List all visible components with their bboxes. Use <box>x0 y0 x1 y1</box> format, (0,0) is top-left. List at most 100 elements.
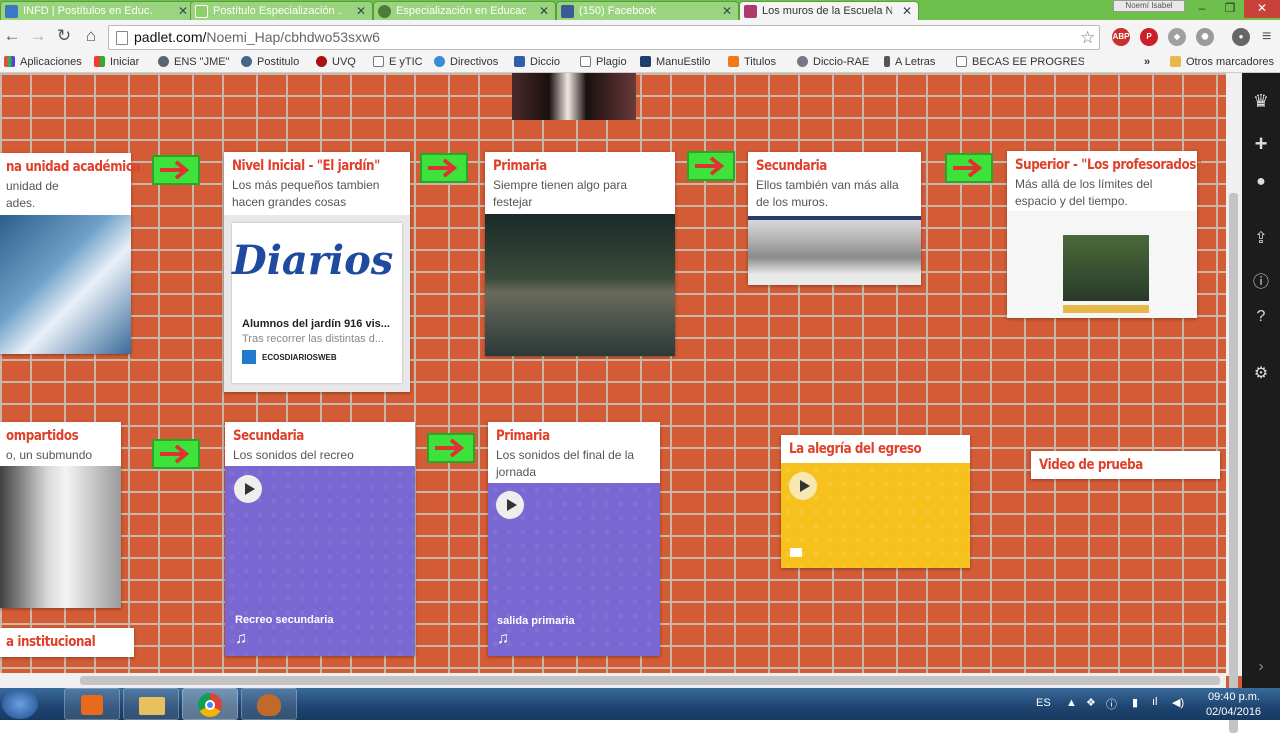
rae-icon <box>797 56 808 67</box>
play-icon[interactable] <box>496 491 524 519</box>
info-tray-icon[interactable]: ⓘ <box>1106 696 1117 712</box>
info-icon[interactable]: ⓘ <box>1242 268 1280 292</box>
close-tab-icon[interactable]: ✕ <box>356 4 366 18</box>
glove-app-taskbar-icon[interactable] <box>241 688 297 720</box>
audio-attachment[interactable]: Recreo secundaria ♫ <box>225 466 415 656</box>
play-icon[interactable] <box>789 472 817 500</box>
extension-icon[interactable]: ⬣ <box>1196 28 1214 46</box>
menu-icon[interactable]: ≡ <box>1262 28 1271 46</box>
card-secundaria-audio[interactable]: Secundaria Los sonidos del recreo Recreo … <box>225 422 415 656</box>
settings-icon[interactable]: ⚙ <box>1242 363 1280 383</box>
bookmark-star-icon[interactable]: ☆ <box>1080 28 1095 48</box>
arrow-5 <box>152 439 200 469</box>
hallway-photo <box>0 466 121 608</box>
tab-postitulo[interactable]: Postítulo Especialización … ✕ <box>190 1 373 20</box>
facebook-favicon-icon <box>561 5 574 18</box>
forward-icon[interactable]: → <box>28 26 48 46</box>
chevron-right-icon[interactable]: › <box>1242 658 1280 676</box>
clock-time[interactable]: 09:40 p.m. <box>1208 691 1260 703</box>
card-superior[interactable]: Superior - "Los profesorados" Más allá de… <box>1007 151 1202 318</box>
maximize-icon[interactable]: ❐ <box>1216 0 1244 18</box>
clock-date[interactable]: 02/04/2016 <box>1206 706 1261 718</box>
bookmark-ens[interactable]: ENS "JME" <box>158 56 229 68</box>
tab-infd[interactable]: INFD | Postítulos en Educ… ✕ <box>0 1 195 20</box>
bookmark-uvq[interactable]: UVQ <box>316 56 356 68</box>
bookmark-aplicaciones[interactable]: Aplicaciones <box>4 56 82 68</box>
bookmark-diccio[interactable]: Diccio <box>514 56 560 68</box>
bookmark-directivos[interactable]: Directivos <box>434 56 498 68</box>
minimize-icon[interactable]: – <box>1188 0 1216 18</box>
video-attachment[interactable] <box>781 463 970 568</box>
bookmark-a-letras[interactable]: A Letras <box>884 56 935 68</box>
audio-attachment[interactable]: salida primaria ♫ <box>488 483 660 656</box>
reload-icon[interactable]: ↻ <box>54 26 74 46</box>
horizontal-scrollbar[interactable] <box>0 673 1226 688</box>
card-primaria[interactable]: Primaria Siempre tienen algo para festeja… <box>485 152 675 356</box>
card-nivel-inicial[interactable]: Nivel Inicial - "El jardín" Los más peque… <box>224 152 410 392</box>
more-bookmarks-icon[interactable]: » <box>1144 56 1150 68</box>
profile-badge[interactable]: Noemí Isabel <box>1113 0 1185 12</box>
start-button[interactable] <box>2 689 38 719</box>
tab-padlet[interactable]: Los muros de la Escuela N… ✕ <box>739 1 919 20</box>
tab-facebook[interactable]: (150) Facebook ✕ <box>556 1 739 20</box>
card-primaria-audio[interactable]: Primaria Los sonidos del final de la jorn… <box>488 422 660 656</box>
card-video-prueba[interactable]: Video de prueba <box>1031 451 1220 479</box>
bookmark-titulos[interactable]: Titulos <box>728 56 776 68</box>
card-secundaria[interactable]: Secundaria Ellos también van más alla de … <box>748 152 921 285</box>
bookmark-iniciar[interactable]: Iniciar <box>94 56 139 68</box>
account-icon[interactable]: ● <box>1232 28 1250 46</box>
bookmark-postitulo[interactable]: Postitulo <box>241 56 299 68</box>
close-window-icon[interactable]: ✕ <box>1244 0 1280 18</box>
arrow-2 <box>420 153 468 183</box>
signal-icon[interactable]: ıl <box>1152 696 1158 708</box>
bookmark-diccio-rae[interactable]: Diccio-RAE <box>797 56 869 68</box>
home-icon[interactable]: ⌂ <box>81 26 101 46</box>
card-compartidos[interactable]: ompartidos o, un submundo <box>0 422 121 608</box>
dropbox-icon[interactable]: ◆ <box>1168 28 1186 46</box>
tab-strip: INFD | Postítulos en Educ… ✕ Postítulo Es… <box>0 0 1280 20</box>
tray-expand-icon[interactable]: ▲ <box>1066 697 1077 709</box>
globe-icon <box>241 56 252 67</box>
url-text[interactable]: padlet.com/Noemi_Hap/cbhdwo53sxw6 <box>134 29 380 45</box>
scroll-thumb[interactable] <box>80 676 1220 685</box>
chrome-taskbar-icon[interactable] <box>182 688 238 720</box>
adblock-icon[interactable]: ABP <box>1112 28 1130 46</box>
back-icon[interactable]: ← <box>2 26 22 46</box>
close-tab-icon[interactable]: ✕ <box>722 4 732 18</box>
bookmark-manuestilo[interactable]: ManuEstilo <box>640 56 710 68</box>
tab-especializacion[interactable]: Especialización en Educac… ✕ <box>373 1 556 20</box>
language-indicator[interactable]: ES <box>1036 697 1051 709</box>
bookmark-plagio[interactable]: Plagio <box>580 56 627 68</box>
link-preview[interactable]: Diarios Alumnos del jardín 916 vis... Tr… <box>224 215 410 392</box>
doc-favicon-icon <box>195 5 208 18</box>
bookmark-becas[interactable]: BECAS EE PROGRESAR <box>956 56 1084 68</box>
card-alegria-egreso[interactable]: La alegría del egreso <box>781 435 970 568</box>
play-icon[interactable] <box>234 475 262 503</box>
close-tab-icon[interactable]: ✕ <box>178 4 188 18</box>
crown-icon[interactable]: ♛ <box>1242 91 1280 112</box>
close-tab-icon[interactable]: ✕ <box>539 4 549 18</box>
microphone-icon <box>884 56 890 67</box>
directivos-icon <box>434 56 445 67</box>
close-tab-icon[interactable]: ✕ <box>902 4 912 18</box>
globe-favicon-icon <box>378 5 391 18</box>
explorer-taskbar-icon[interactable] <box>123 688 179 720</box>
vertical-scrollbar[interactable] <box>1226 73 1242 733</box>
battery-icon[interactable]: ▮ <box>1132 696 1138 709</box>
help-icon[interactable]: ? <box>1242 308 1280 326</box>
padlet-side-rail: ♛ + ● ⇪ ⓘ ? ⚙ › <box>1242 73 1280 688</box>
scroll-thumb[interactable] <box>1229 193 1238 733</box>
media-player-taskbar-icon[interactable] <box>64 688 120 720</box>
card-institucional[interactable]: a institucional <box>0 628 134 657</box>
add-icon[interactable]: + <box>1242 131 1280 157</box>
padlet-favicon-icon <box>744 5 757 18</box>
card-unidad-academica[interactable]: na unidad académica unidad de ades. <box>0 153 140 354</box>
padlet-wall[interactable]: na unidad académica unidad de ades. Nivel… <box>0 73 1242 688</box>
dropbox-tray-icon[interactable]: ❖ <box>1086 696 1096 709</box>
other-bookmarks[interactable]: Otros marcadores <box>1170 56 1274 68</box>
share-icon[interactable]: ⇪ <box>1242 228 1280 248</box>
volume-icon[interactable]: ◀) <box>1172 696 1184 709</box>
bookmark-eytic[interactable]: E yTIC <box>373 56 423 68</box>
user-icon[interactable]: ● <box>1242 173 1280 191</box>
pinterest-icon[interactable]: P <box>1140 28 1158 46</box>
